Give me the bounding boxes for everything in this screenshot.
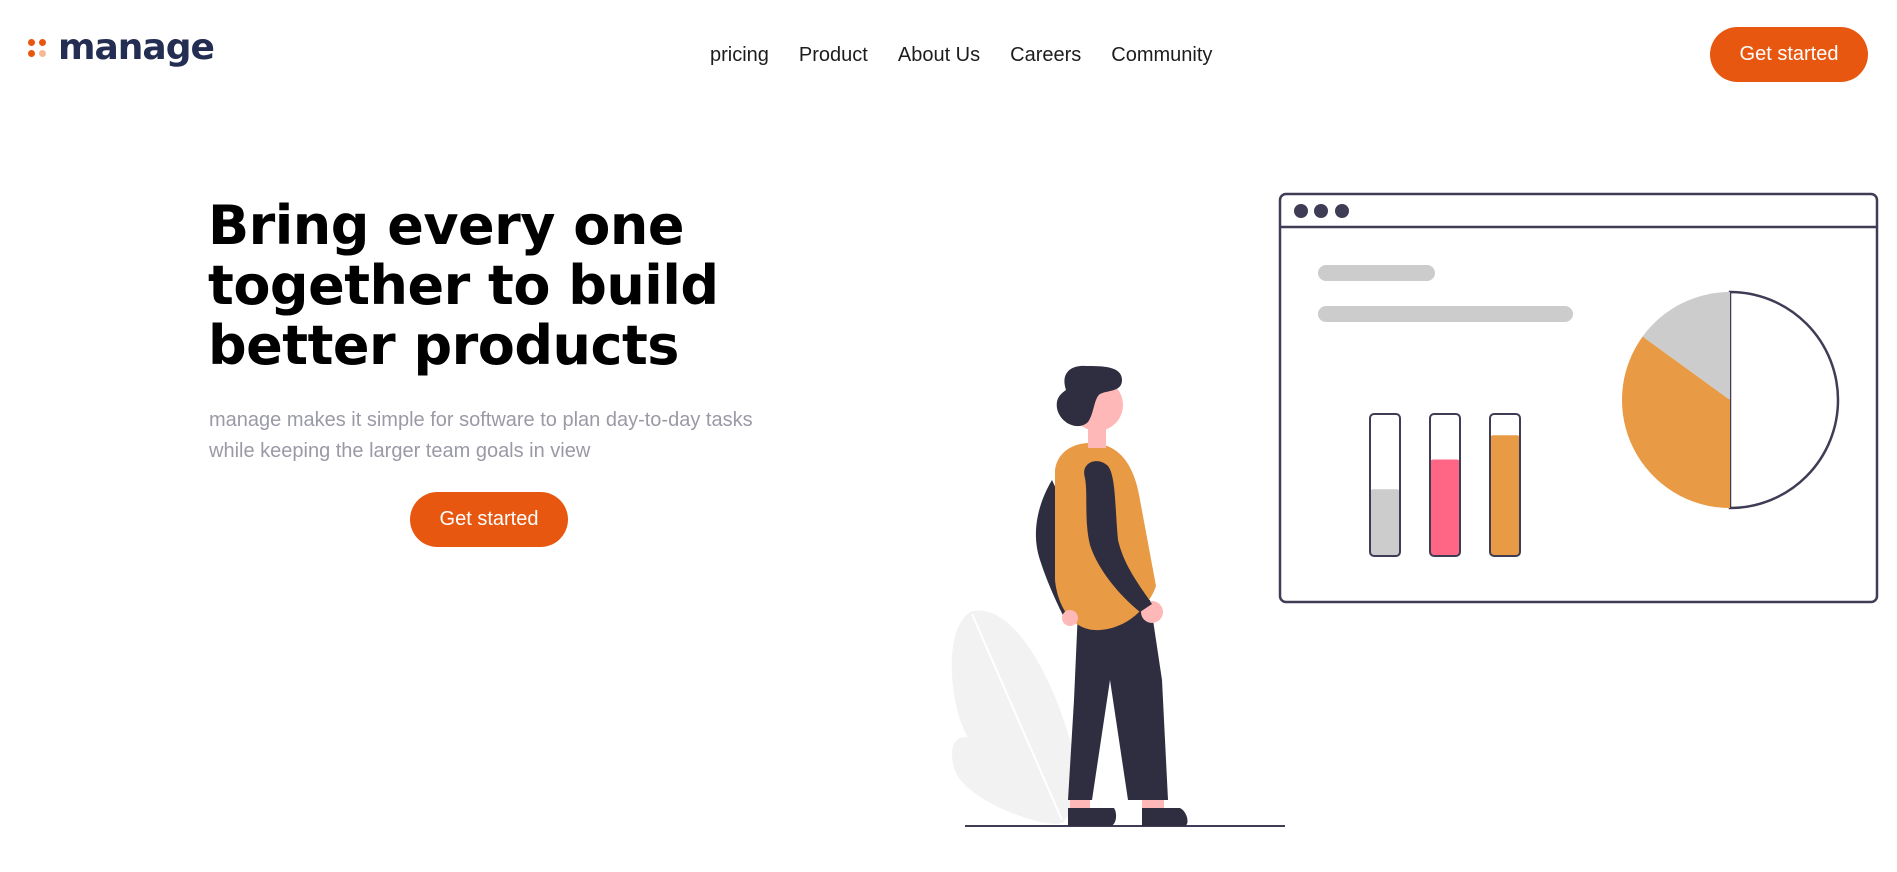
pie-slice [1622,336,1730,508]
main-nav: pricing Product About Us Careers Communi… [710,44,1212,67]
header-get-started-button[interactable]: Get started [1710,27,1868,82]
nav-link-careers[interactable]: Careers [1010,44,1081,67]
hero-title: Bring every one together to build better… [208,196,848,376]
nav-link-product[interactable]: Product [799,44,868,67]
nav-link-pricing[interactable]: pricing [710,44,769,67]
pie-slice [1728,290,1840,510]
bar-outline [1369,413,1401,557]
hero-subtitle-line: manage makes it simple for software to p… [209,409,753,431]
bar-chart-illustration [1369,413,1521,557]
window-dot-icon [1314,204,1328,218]
hero-subtitle-line: while keeping the larger team goals in v… [209,440,591,462]
logo-text: manage [58,27,215,68]
person-illustration [1035,365,1188,826]
dashboard-window-illustration [1278,192,1879,604]
pie-slice [1642,292,1730,400]
hero-subtitle: manage makes it simple for software to p… [209,405,809,467]
bar-outline [1489,413,1521,557]
bar-fill [1370,489,1400,556]
bar-outline [1429,413,1461,557]
nav-link-community[interactable]: Community [1111,44,1212,67]
bar-fill [1430,459,1460,556]
bar-fill [1490,435,1520,556]
logo[interactable]: manage [28,27,215,68]
hero-title-line: together to build [208,254,719,317]
hero-title-line: Bring every one [208,194,684,257]
nav-link-about-us[interactable]: About Us [898,44,980,67]
hero-title-line: better products [208,314,679,377]
hero-get-started-button[interactable]: Get started [410,492,568,547]
window-dot-icon [1335,204,1349,218]
pie-chart-illustration [1622,290,1840,510]
plant-illustration [951,610,1078,824]
window-dot-icon [1294,204,1308,218]
logo-dots-icon [28,37,48,59]
